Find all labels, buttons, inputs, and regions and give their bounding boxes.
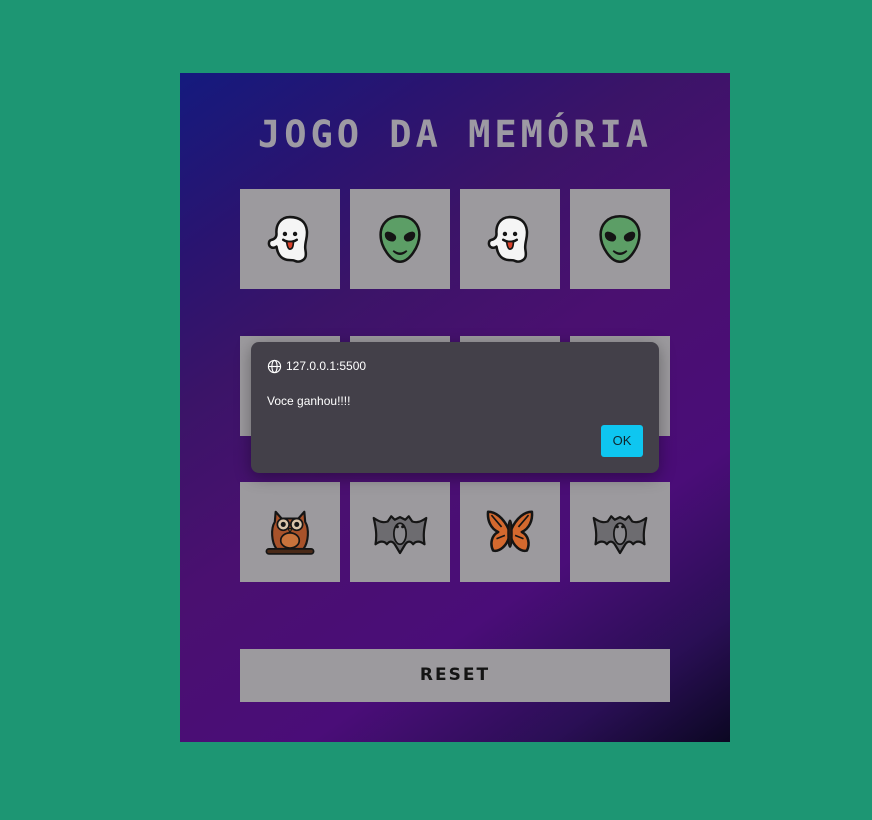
alert-dialog: 127.0.0.1:5500 Voce ganhou!!!! OK [251, 342, 659, 473]
globe-icon [267, 359, 282, 374]
memory-card[interactable] [570, 189, 670, 289]
page-title: JOGO DA MEMÓRIA [257, 113, 653, 156]
bat-icon [592, 504, 648, 560]
bat-icon [372, 504, 428, 560]
ghost-icon [483, 212, 537, 266]
dialog-message: Voce ganhou!!!! [267, 394, 351, 408]
ghost-icon [263, 212, 317, 266]
alien-icon [593, 212, 647, 266]
dialog-origin-text: 127.0.0.1:5500 [286, 359, 367, 373]
dialog-origin: 127.0.0.1:5500 [267, 358, 366, 374]
memory-card[interactable] [350, 189, 450, 289]
memory-card[interactable] [570, 482, 670, 582]
memory-card[interactable] [460, 482, 560, 582]
memory-card[interactable] [350, 482, 450, 582]
reset-button[interactable]: RESET [240, 649, 670, 702]
butterfly-icon [483, 505, 537, 559]
alien-icon [373, 212, 427, 266]
memory-card[interactable] [240, 189, 340, 289]
memory-card[interactable] [460, 189, 560, 289]
ok-button[interactable]: OK [601, 425, 643, 457]
memory-card[interactable] [240, 482, 340, 582]
owl-icon [263, 505, 317, 559]
